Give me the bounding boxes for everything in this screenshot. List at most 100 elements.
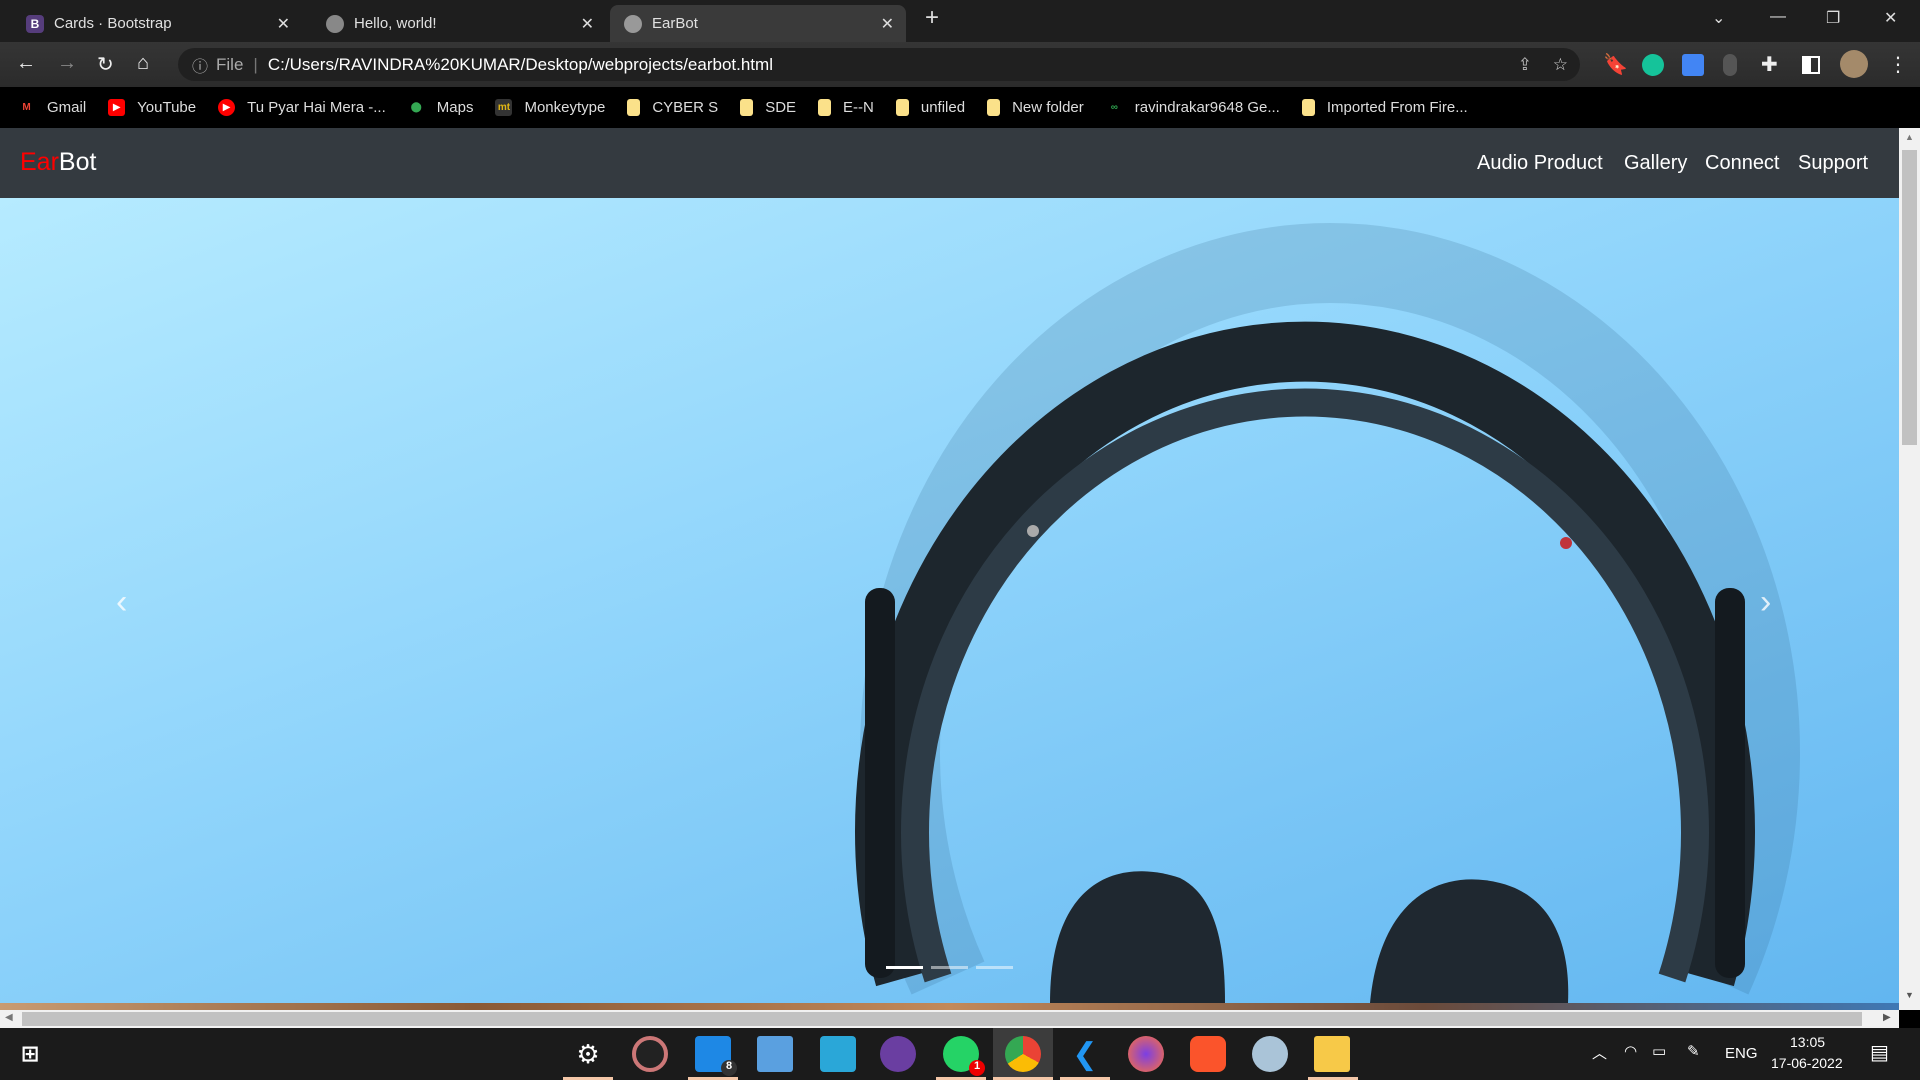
bookmark-folder-imported[interactable]: Imported From Fire...	[1301, 99, 1468, 116]
profile-avatar[interactable]	[1840, 50, 1868, 78]
wifi-icon[interactable]: ◠	[1624, 1042, 1637, 1060]
nav-connect[interactable]: Connect	[1705, 152, 1780, 175]
carousel-prev-button[interactable]: ‹	[116, 583, 127, 622]
folder-icon	[895, 99, 909, 116]
windows-taskbar: ⊞ ⚙ 8 1 ❮ ︿ ◠ ▭ ✎ ENG 13:05 17-06-2022 ▤	[0, 1028, 1920, 1080]
clock-date[interactable]: 17-06-2022	[1771, 1055, 1843, 1071]
tab-cards-bootstrap[interactable]: B Cards · Bootstrap ✕	[12, 5, 302, 42]
settings-gear-icon[interactable]: ⚙	[570, 1036, 606, 1072]
github-desktop-icon[interactable]	[880, 1036, 916, 1072]
star-icon[interactable]: ☆	[1553, 55, 1568, 75]
groove-music-icon[interactable]	[632, 1036, 668, 1072]
notifications-icon[interactable]: ▤	[1870, 1040, 1889, 1065]
file-explorer-icon[interactable]	[1314, 1036, 1350, 1072]
carousel-indicator-2[interactable]	[931, 966, 968, 969]
quick-assist-icon[interactable]	[820, 1036, 856, 1072]
tab-title: EarBot	[652, 15, 698, 32]
folder-icon	[740, 99, 754, 116]
scroll-right-icon[interactable]: ▶	[1883, 1012, 1891, 1023]
mouse-extension-icon[interactable]	[1723, 54, 1737, 76]
tab-title: Hello, world!	[354, 15, 437, 32]
bookmark-folder-new[interactable]: New folder	[987, 99, 1084, 116]
tab-earbot[interactable]: EarBot ✕	[610, 5, 906, 42]
nav-support[interactable]: Support	[1798, 152, 1868, 175]
left-slider	[865, 588, 895, 978]
bootstrap-icon: B	[26, 14, 44, 33]
close-window-button[interactable]: ✕	[1884, 8, 1897, 28]
nav-gallery[interactable]: Gallery	[1624, 152, 1687, 175]
close-tab-icon[interactable]: ✕	[277, 14, 290, 34]
bookmark-monkeytype[interactable]: mt Monkeytype	[495, 99, 605, 116]
info-icon[interactable]: ⓘ	[192, 53, 208, 77]
vscode-icon[interactable]: ❮	[1067, 1036, 1103, 1072]
bookmark-folder-cyber[interactable]: CYBER S	[627, 99, 718, 116]
whatsapp-icon[interactable]: 1	[943, 1036, 985, 1076]
gmail-icon: M	[22, 102, 31, 113]
bookmark-maps[interactable]: ⬤ Maps	[408, 99, 474, 116]
address-divider: |	[253, 54, 258, 74]
bookmark-gmail[interactable]: M Gmail	[18, 99, 86, 116]
close-tab-icon[interactable]: ✕	[881, 14, 894, 34]
vertical-scroll-thumb[interactable]	[1902, 150, 1917, 445]
scheme-label: File	[216, 54, 244, 74]
minimize-button[interactable]: —	[1770, 8, 1786, 26]
reload-icon[interactable]: ↻	[97, 52, 114, 77]
translate-icon[interactable]	[1682, 54, 1704, 76]
url-text[interactable]: C:/Users/RAVINDRA%20KUMAR/Desktop/webpro…	[268, 55, 773, 75]
restore-button[interactable]: ❐	[1826, 8, 1840, 28]
menu-kebab-icon[interactable]: ⋮	[1888, 52, 1908, 77]
close-tab-icon[interactable]: ✕	[581, 14, 594, 34]
back-icon[interactable]: ←	[16, 52, 36, 75]
address-bar[interactable]: ⓘ File | C:/Users/RAVINDRA%20KUMAR/Deskt…	[178, 48, 1580, 81]
bookmark-youtube[interactable]: ▶ YouTube	[108, 99, 196, 116]
mail-icon[interactable]: 8	[695, 1036, 737, 1076]
battery-icon[interactable]: ▭	[1652, 1042, 1666, 1060]
this-pc-icon[interactable]	[757, 1036, 793, 1072]
whatsapp-badge: 1	[969, 1060, 985, 1076]
bookmark-icon[interactable]: 🔖	[1603, 52, 1628, 77]
left-hinge-dot	[1027, 525, 1039, 537]
carousel-indicator-3[interactable]	[976, 966, 1013, 969]
grammarly-icon[interactable]	[1642, 54, 1664, 76]
firefox-icon[interactable]	[1128, 1036, 1164, 1072]
scroll-up-icon[interactable]: ▲	[1905, 132, 1914, 142]
pen-icon[interactable]: ✎	[1687, 1042, 1700, 1060]
carousel-next-button[interactable]: ›	[1760, 583, 1771, 622]
github-link-icon: ∞	[1110, 102, 1118, 113]
paint-icon[interactable]	[1252, 1036, 1288, 1072]
side-panel-icon[interactable]	[1802, 56, 1820, 74]
new-tab-button[interactable]: +	[925, 4, 939, 32]
youtube-music-icon: ▶	[218, 99, 236, 116]
clock-time[interactable]: 13:05	[1790, 1034, 1825, 1050]
vertical-scrollbar[interactable]: ▲ ▼	[1899, 128, 1920, 1010]
brave-icon[interactable]	[1190, 1036, 1226, 1072]
tray-chevron-icon[interactable]: ︿	[1592, 1042, 1607, 1063]
share-icon[interactable]: ⇪	[1518, 55, 1532, 75]
bookmark-tu-pyar[interactable]: ▶ Tu Pyar Hai Mera -...	[218, 99, 386, 116]
tab-strip: B Cards · Bootstrap ✕ Hello, world! ✕ Ea…	[0, 0, 1920, 42]
bookmark-folder-unfiled[interactable]: unfiled	[895, 99, 965, 116]
windows-start-icon[interactable]: ⊞	[12, 1036, 48, 1072]
folder-icon	[987, 99, 1001, 116]
tab-search-chevron-icon[interactable]: ⌄	[1712, 8, 1725, 28]
bookmark-github[interactable]: ∞ ravindrakar9648 Ge...	[1106, 99, 1280, 116]
carousel-indicator-1[interactable]	[886, 966, 923, 969]
chrome-icon[interactable]	[1005, 1036, 1041, 1072]
monkeytype-icon: mt	[495, 99, 513, 116]
bookmark-folder-sde[interactable]: SDE	[740, 99, 796, 116]
scroll-left-icon[interactable]: ◀	[5, 1012, 13, 1023]
extensions-puzzle-icon[interactable]: ✚	[1761, 52, 1778, 77]
mail-badge: 8	[721, 1060, 737, 1076]
forward-icon[interactable]: →	[57, 52, 77, 75]
tab-hello-world[interactable]: Hello, world! ✕	[312, 5, 606, 42]
horizontal-scroll-thumb[interactable]	[22, 1012, 1862, 1026]
folder-icon	[818, 99, 832, 116]
nav-audio-product[interactable]: Audio Product	[1477, 152, 1603, 175]
language-indicator[interactable]: ENG	[1725, 1045, 1758, 1062]
bookmark-folder-e-n[interactable]: E--N	[818, 99, 874, 116]
home-icon[interactable]: ⌂	[137, 52, 149, 75]
headphones-image	[855, 223, 1800, 1003]
horizontal-scrollbar[interactable]: ◀ ▶	[0, 1010, 1899, 1028]
scroll-down-icon[interactable]: ▼	[1905, 990, 1914, 1000]
brand-logo[interactable]: EarBot	[20, 148, 96, 177]
